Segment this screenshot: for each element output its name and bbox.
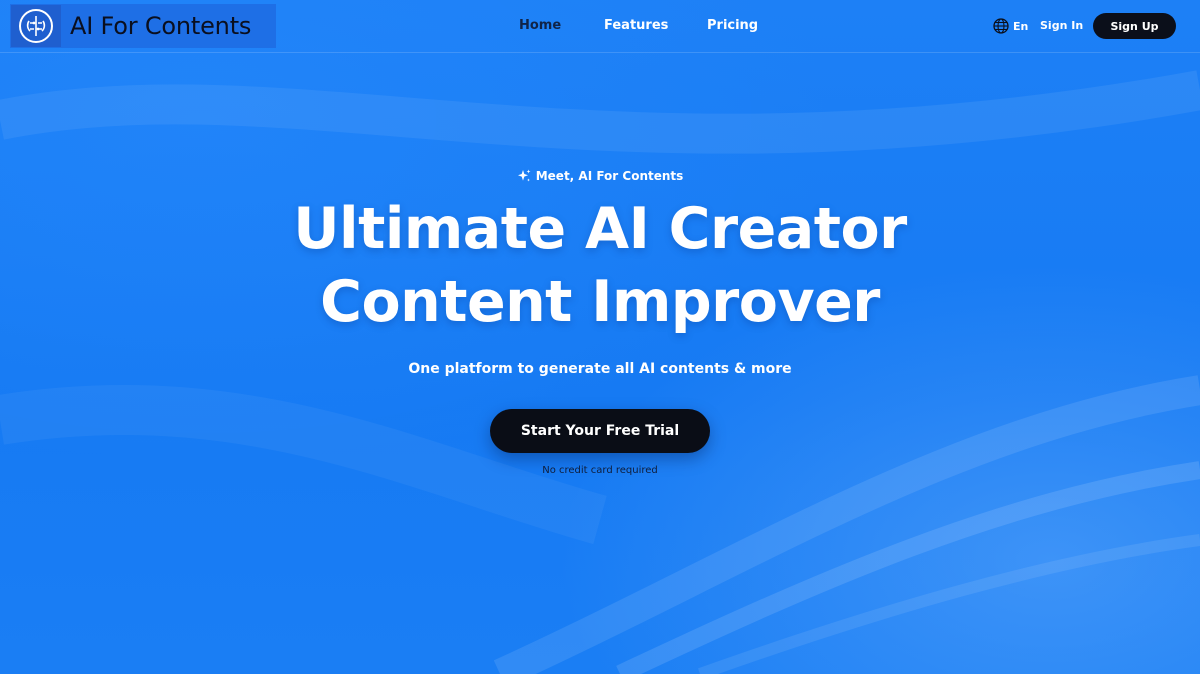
hero-subheadline: One platform to generate all AI contents…: [408, 361, 792, 377]
brain-circuit-icon: [11, 5, 61, 47]
language-selector[interactable]: En: [993, 18, 1028, 34]
nav-pricing-link[interactable]: Pricing: [707, 18, 758, 33]
hero-headline-line-1: Ultimate AI Creator: [293, 196, 907, 262]
hero-headline-line-2: Content Improver: [320, 269, 880, 335]
eyebrow-text: Meet, AI For Contents: [535, 169, 684, 183]
nav-home-link[interactable]: Home: [519, 18, 561, 33]
sign-up-button[interactable]: Sign Up: [1093, 13, 1176, 39]
nav-features-link[interactable]: Features: [604, 18, 668, 33]
language-label: En: [1013, 19, 1029, 33]
start-free-trial-button[interactable]: Start Your Free Trial: [490, 409, 710, 453]
cta-note: No credit card required: [542, 465, 658, 476]
brand-logo[interactable]: AI For Contents: [10, 4, 276, 48]
top-navbar: AI For Contents Home Features Pricing En…: [0, 0, 1200, 53]
hero-eyebrow: Meet, AI For Contents: [0, 169, 1200, 183]
brand-name: AI For Contents: [70, 12, 252, 40]
sign-in-link[interactable]: Sign In: [1040, 19, 1083, 32]
sparkle-icon: [517, 169, 531, 182]
globe-icon: [993, 18, 1009, 34]
